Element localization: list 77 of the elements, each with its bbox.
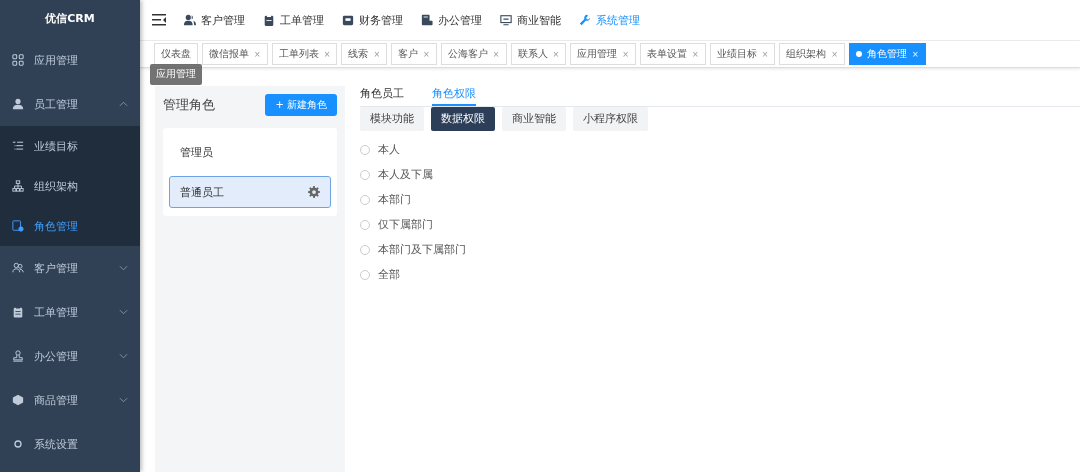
sidebar-subitem[interactable]: 角色管理 [0, 206, 140, 246]
sidebar-item[interactable]: 客户管理 [0, 246, 140, 290]
sidebar-item[interactable]: 办公管理 [0, 334, 140, 378]
page-tab[interactable]: 表单设置 × [639, 43, 706, 65]
clipboard-icon [263, 14, 275, 26]
sidebar-subitem[interactable]: 组织架构 [0, 166, 140, 206]
page-tab[interactable]: 应用管理 × [570, 43, 636, 65]
top-nav-label: 客户管理 [201, 12, 245, 28]
top-nav-item[interactable]: 办公管理 [421, 12, 482, 28]
sidebar-subitem-label: 角色管理 [34, 218, 79, 234]
app-logo: 优信CRM [44, 11, 96, 27]
top-nav-label: 财务管理 [359, 12, 403, 28]
sidebar-item-label: 商品管理 [34, 392, 79, 408]
detail-tab[interactable]: 角色员工 [360, 86, 404, 106]
chevron-icon [119, 353, 128, 359]
chevron-icon [119, 265, 128, 271]
radio-label: 仅下属部门 [378, 217, 433, 232]
sidebar-item-label: 客户管理 [34, 260, 79, 276]
stamp-icon [12, 350, 24, 362]
page-tab[interactable]: 联系人 × [510, 43, 567, 65]
chevron-icon [119, 309, 128, 315]
sidebar-item-label: 系统设置 [34, 436, 79, 452]
sidebar-item-label: 工单管理 [34, 304, 79, 320]
page-tab[interactable]: 工单列表 × [271, 43, 338, 65]
sidebar-subitem-label: 组织架构 [34, 178, 79, 194]
org-chart-icon [12, 180, 24, 192]
radio-label: 本部门及下属部门 [378, 242, 466, 257]
radio-label: 本人及下属 [378, 167, 433, 182]
tooltip: 应用管理 [150, 64, 202, 85]
radio-label: 本人 [378, 142, 400, 157]
sidebar-subitem[interactable]: 业绩目标 [0, 126, 140, 166]
menu-icon[interactable] [152, 14, 166, 26]
sidebar-item[interactable]: 系统设置 [0, 422, 140, 466]
cube-icon [12, 394, 24, 406]
wrench-icon [579, 14, 591, 26]
sidebar-item-label: 员工管理 [34, 96, 79, 112]
sidebar-item-label: 应用管理 [34, 52, 79, 68]
radio-label: 全部 [378, 267, 400, 282]
people-icon [12, 262, 24, 274]
chevron-icon [119, 397, 128, 403]
page-tab[interactable]: 微信报单 × [202, 43, 268, 65]
sidebar-subitem-label: 业绩目标 [34, 138, 79, 154]
page-tab[interactable]: 客户 × [391, 43, 437, 65]
monitor-icon [500, 14, 512, 26]
page-tab[interactable]: 组织架构 × [779, 43, 846, 65]
top-nav-item[interactable]: 财务管理 [342, 12, 403, 28]
top-nav-label: 工单管理 [280, 12, 324, 28]
permission-tab[interactable]: 模块功能 [360, 107, 424, 131]
list-icon [12, 140, 24, 152]
sidebar-item[interactable]: 商品管理 [0, 378, 140, 422]
id-card-icon [12, 220, 24, 232]
panel-title: 管理角色 [163, 96, 215, 114]
top-nav-item[interactable]: 商业智能 [500, 12, 561, 28]
settings-icon[interactable] [308, 186, 320, 198]
sidebar-item[interactable]: 员工管理 [0, 82, 140, 126]
page-tab[interactable]: 公海客户 × [440, 43, 507, 65]
chevron-icon [119, 101, 128, 107]
sidebar-item[interactable]: 应用管理 [0, 38, 140, 82]
top-nav-item[interactable]: 客户管理 [184, 12, 245, 28]
grid-icon [12, 54, 24, 66]
radio-label: 本部门 [378, 192, 411, 207]
top-nav-label: 办公管理 [438, 12, 482, 28]
page-tab[interactable]: 业绩目标 × [709, 43, 776, 65]
top-nav-label: 系统管理 [596, 12, 640, 28]
permission-tab[interactable]: 数据权限 [431, 107, 495, 131]
permission-tab[interactable]: 商业智能 [502, 107, 566, 131]
people-icon [184, 14, 196, 26]
page-tab[interactable]: 线索 × [341, 43, 388, 65]
sidebar-item-label: 办公管理 [34, 348, 79, 364]
permission-tab[interactable]: 小程序权限 [573, 107, 648, 131]
sidebar-item[interactable]: 工单管理 [0, 290, 140, 334]
role-item[interactable]: 管理员 [169, 136, 331, 168]
top-nav-label: 商业智能 [517, 12, 561, 28]
role-item[interactable]: 普通员工 [169, 176, 331, 208]
clipboard-icon [12, 306, 24, 318]
person-icon [12, 98, 24, 110]
top-nav-item[interactable]: 工单管理 [263, 12, 324, 28]
